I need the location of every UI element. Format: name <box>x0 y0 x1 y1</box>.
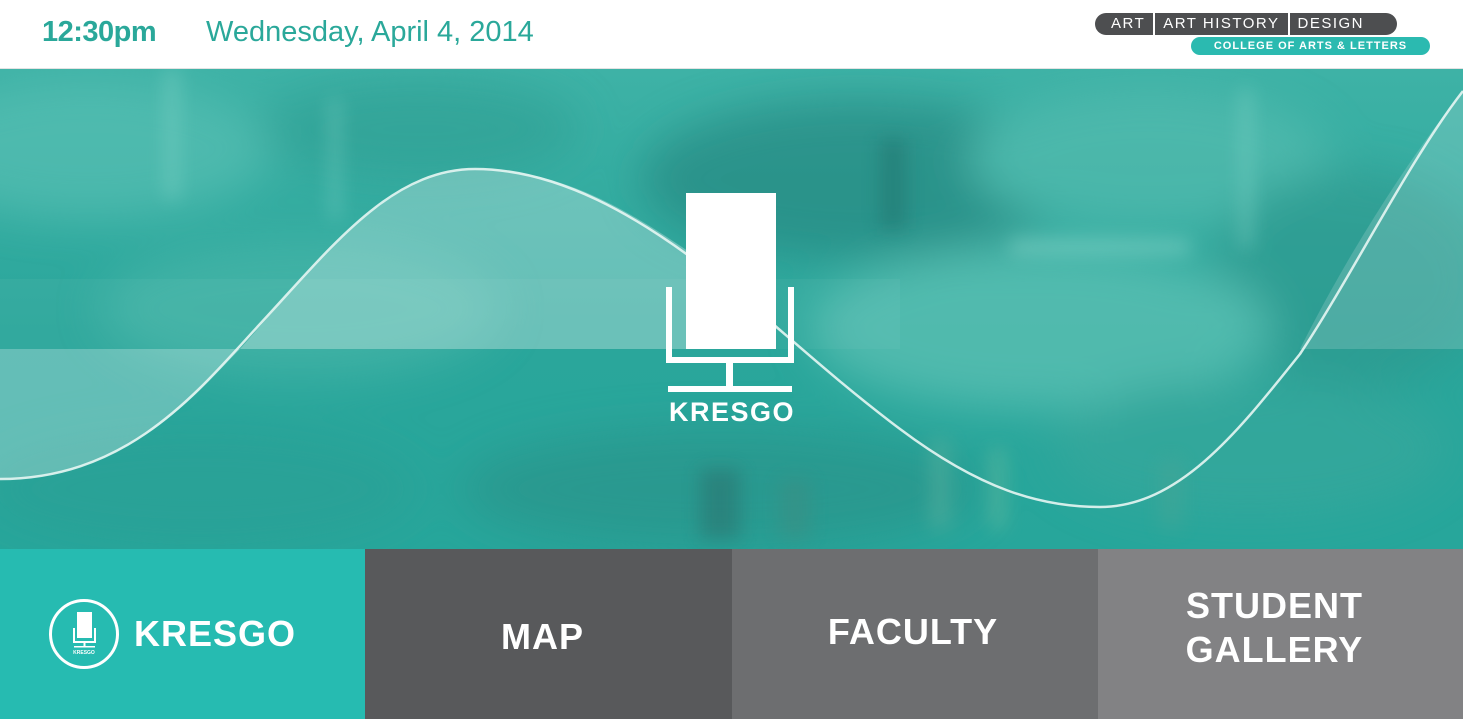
nav-label-map: MAP <box>501 616 584 657</box>
dept-art[interactable]: ART <box>1095 13 1156 35</box>
clock-time: 12:30pm <box>42 16 157 48</box>
dept-design[interactable]: DESIGN <box>1290 13 1377 35</box>
logo-title: KRESGO <box>668 397 796 427</box>
nav-label-faculty: FACULTY <box>827 611 999 652</box>
nav-label-student-gallery: STUDENT GALLERY <box>1185 585 1364 670</box>
kresgo-badge-icon: KRESGO <box>49 599 119 669</box>
nav-tile-faculty[interactable]: FACULTY <box>732 549 1098 719</box>
nav-tile-map[interactable]: MAP <box>365 549 732 719</box>
badge-caption: KRESGO <box>73 650 95 656</box>
nav-label-kresgo: KRESGO <box>134 613 297 654</box>
dept-art-history[interactable]: ART HISTORY <box>1155 13 1290 35</box>
nav-tile-student-gallery[interactable]: STUDENT GALLERY <box>1098 549 1463 719</box>
hero-banner: KRESGO <box>0 69 1463 549</box>
nav-tile-kresgo[interactable]: KRESGO KRESGO <box>0 549 365 719</box>
college-label: COLLEGE OF ARTS & LETTERS <box>1191 37 1430 55</box>
header-bar: 12:30pm Wednesday, April 4, 2014 ART ART… <box>0 0 1463 69</box>
department-bar: ART ART HISTORY DESIGN <box>1095 13 1397 35</box>
current-date: Wednesday, April 4, 2014 <box>206 16 534 48</box>
